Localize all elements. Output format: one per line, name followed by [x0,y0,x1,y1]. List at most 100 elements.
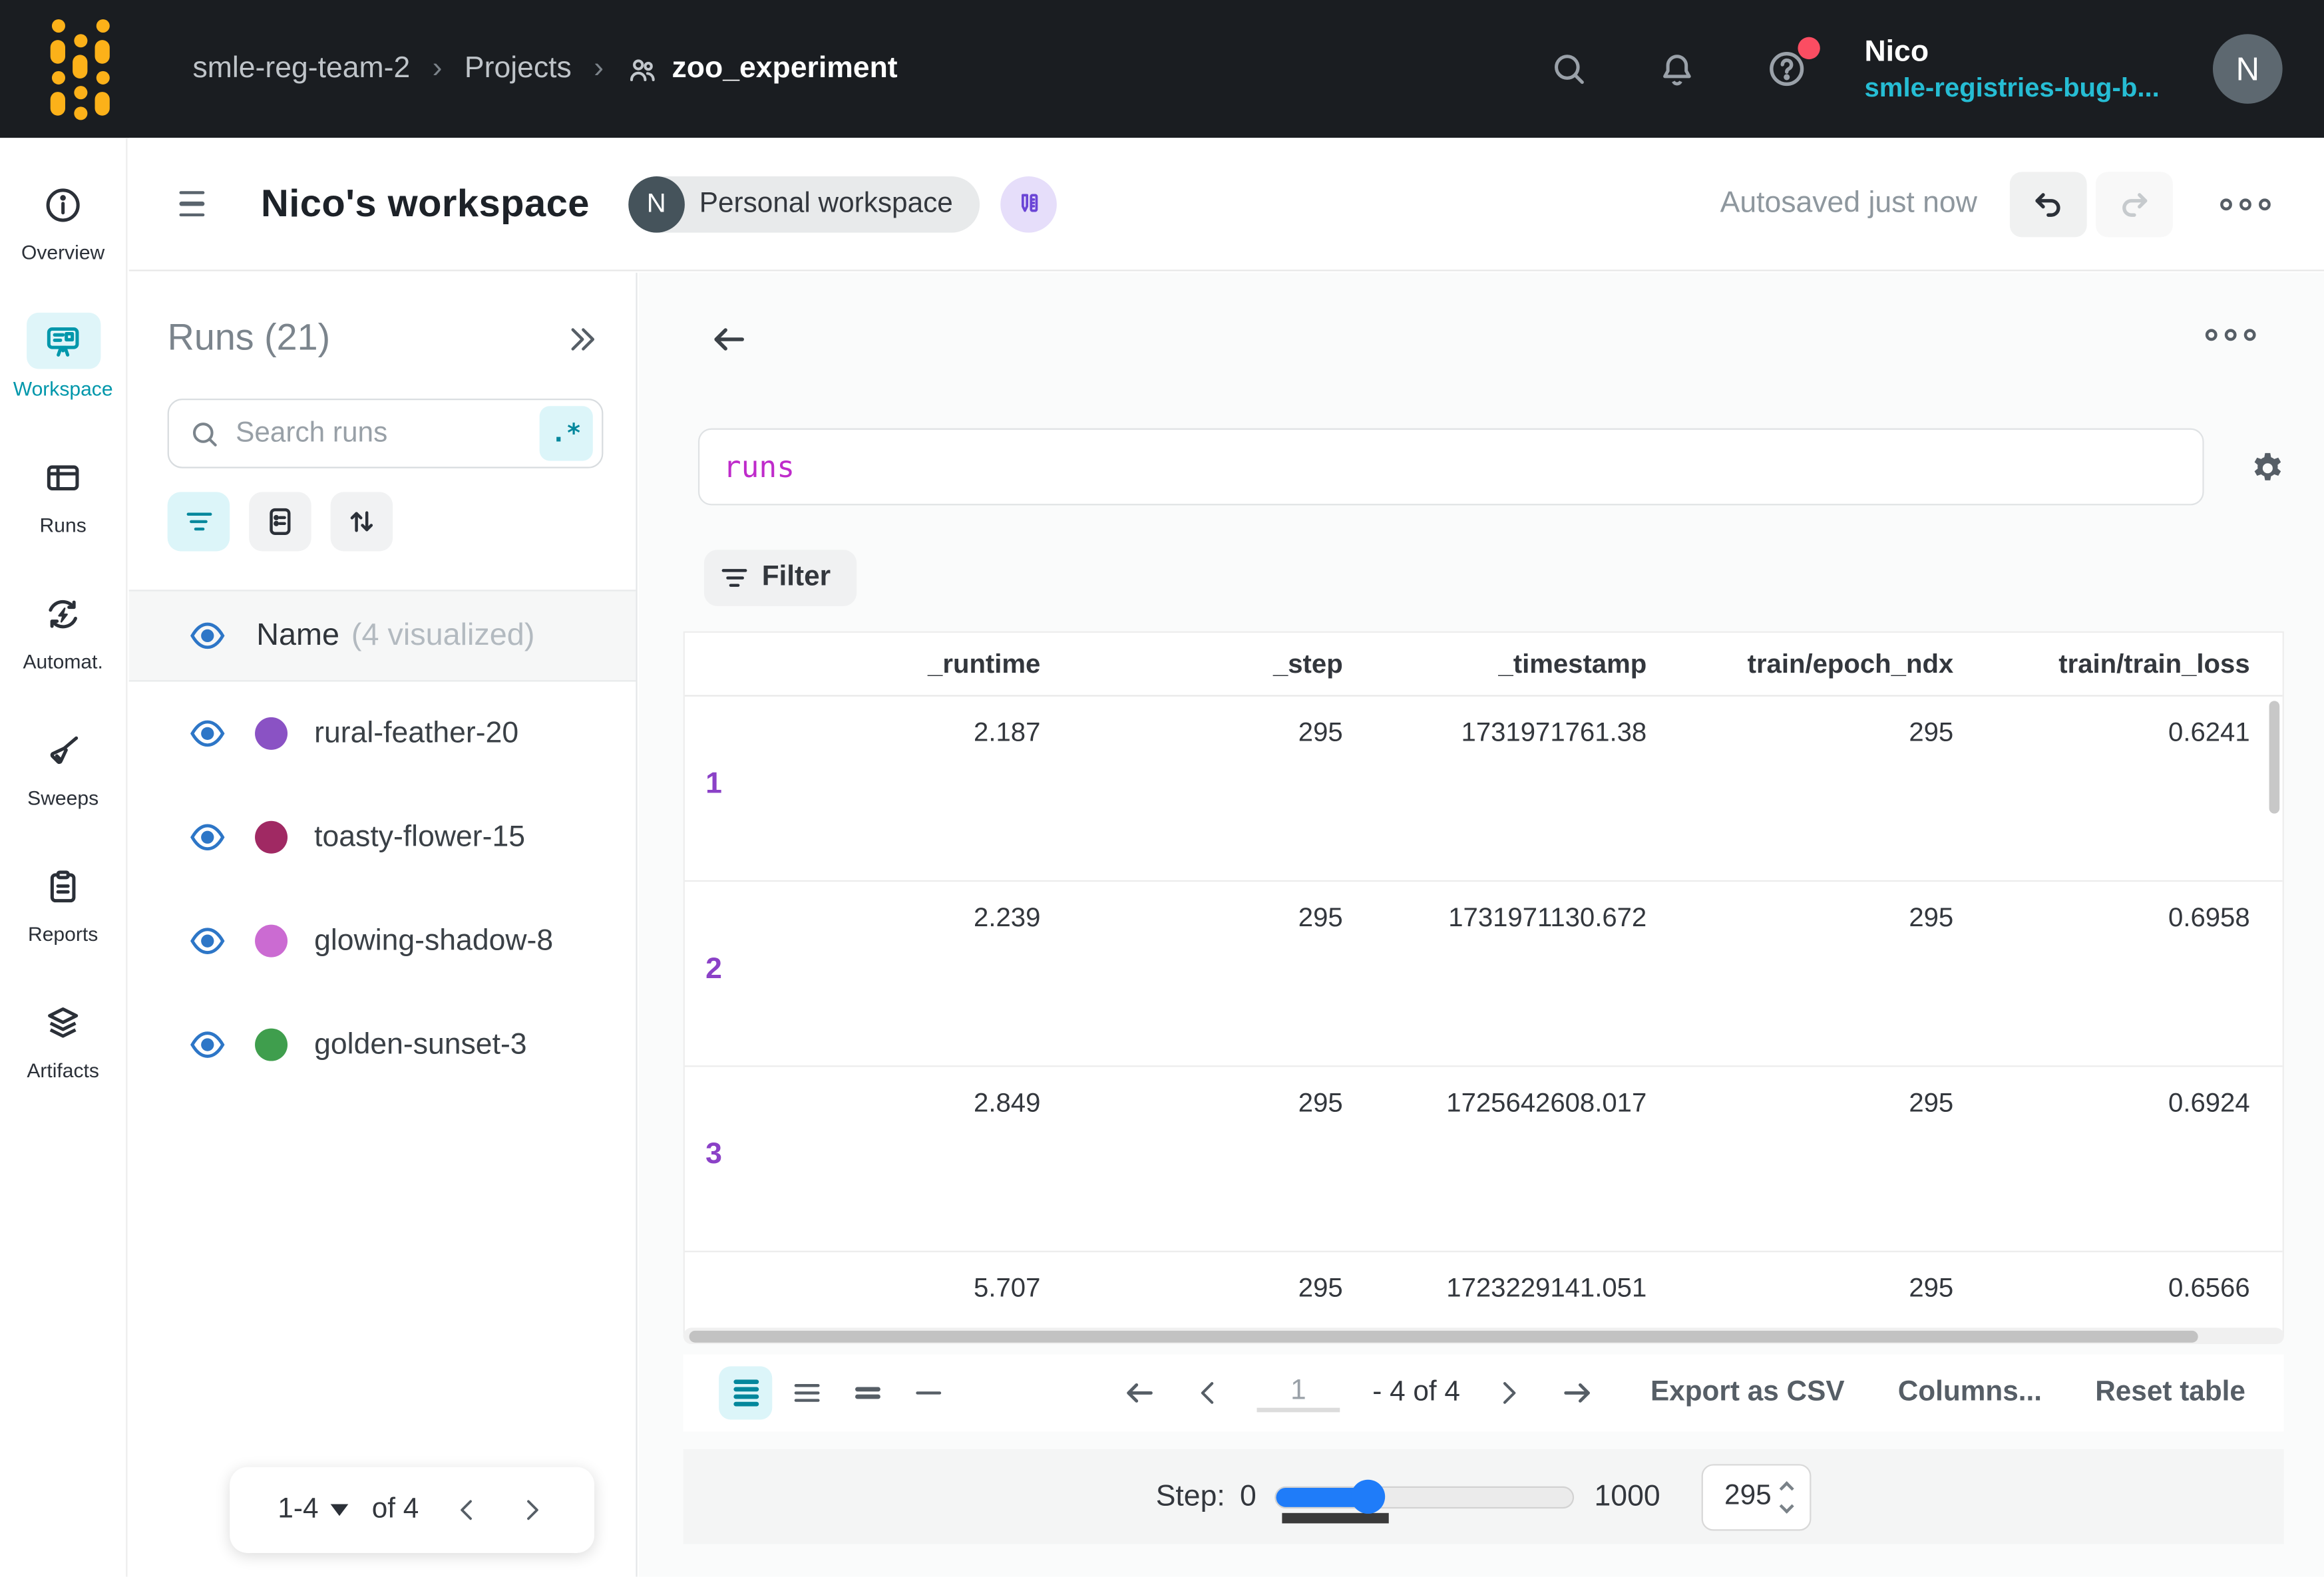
row-height-tall-button[interactable] [719,1366,772,1419]
automations-icon [26,586,100,642]
row-height-toggle-group [719,1366,954,1419]
increment-icon[interactable] [1780,1481,1794,1495]
page-size-dropdown[interactable]: 1-4 [278,1494,348,1526]
visibility-eye-icon[interactable] [188,922,227,960]
sidebar-item-automations[interactable]: Automat. [23,586,102,673]
personal-workspace-badge[interactable]: N Personal workspace [628,176,980,232]
run-list-item[interactable]: glowing-shadow-8 [129,889,636,993]
run-details-view-button[interactable] [249,492,311,551]
column-header[interactable]: train/train_loss [1969,648,2265,679]
panels-tools-icon[interactable] [1000,176,1057,232]
step-max-label: 1000 [1595,1480,1660,1514]
table-row[interactable]: 2.187 295 1731971761.38 295 0.6241 1 [685,697,2283,882]
table-cell: 2.849 [720,1088,1055,1119]
page-title: Nico's workspace [261,181,590,227]
row-index-link[interactable]: 1 [705,768,722,802]
sidebar-item-runs[interactable]: Runs [26,449,100,536]
row-index-link[interactable]: 2 [705,953,722,987]
notification-badge [1798,37,1820,59]
slider-handle[interactable] [1350,1480,1384,1514]
row-height-short-button[interactable] [841,1366,894,1419]
step-slider[interactable] [1274,1486,1573,1508]
regex-toggle-button[interactable]: .* [540,406,593,460]
run-name[interactable]: toasty-flower-15 [314,820,525,854]
column-header[interactable]: _runtime [720,648,1055,679]
help-icon[interactable] [1765,47,1808,90]
visibility-eye-icon[interactable] [188,818,227,856]
menu-hamburger-icon[interactable] [179,191,204,217]
row-height-medium-button[interactable] [779,1366,833,1419]
sidebar-item-reports[interactable]: Reports [26,858,100,945]
table-row[interactable]: 5.707 295 1723229141.051 295 0.6566 [685,1252,2283,1337]
prev-page-icon[interactable] [451,1495,481,1525]
decrement-icon[interactable] [1780,1498,1794,1513]
table-cell: 295 [1662,717,1969,749]
column-header[interactable]: _step [1056,648,1358,679]
panel-overflow-menu-icon[interactable] [2206,329,2256,341]
columns-button[interactable]: Columns... [1898,1377,2042,1409]
scrollbar-thumb[interactable] [689,1330,2198,1342]
breadcrumb-team[interactable]: smle-reg-team-2 [193,52,411,86]
row-index-link[interactable]: 3 [705,1138,722,1172]
table-row[interactable]: 2.849 295 1725642608.017 295 0.6924 3 [685,1067,2283,1252]
search-icon[interactable] [1549,49,1589,88]
filter-runs-button[interactable] [168,492,230,551]
table-pagination: - 4 of 4 [1121,1373,1597,1412]
sidebar-item-workspace[interactable]: Workspace [13,313,113,400]
filter-button[interactable]: Filter [704,550,857,606]
reset-table-button[interactable]: Reset table [2095,1377,2245,1409]
next-page-icon[interactable] [516,1495,546,1525]
collapse-panel-icon[interactable] [565,321,600,356]
column-header[interactable]: _timestamp [1358,648,1662,679]
back-arrow-icon[interactable] [707,317,751,362]
run-name[interactable]: golden-sunset-3 [314,1027,526,1061]
redo-button[interactable] [2096,171,2173,236]
visibility-eye-icon[interactable] [188,714,227,753]
sidebar-label: Workspace [13,378,113,400]
vertical-scrollbar[interactable] [2269,701,2280,813]
sort-runs-button[interactable] [331,492,393,551]
step-slider-bar: Step: 0 1000 [683,1449,2284,1544]
table-cell: 1725642608.017 [1358,1088,1662,1119]
search-icon [188,417,221,450]
workspace-overflow-menu-icon[interactable] [2220,198,2271,210]
user-org: smle-registries-bug-b... [1865,71,2160,104]
step-value-input[interactable] [1703,1481,1771,1513]
notifications-bell-icon[interactable] [1657,49,1697,88]
table-cell: 2.187 [720,717,1055,749]
table-row[interactable]: 2.239 295 1731971130.672 295 0.6958 2 [685,882,2283,1067]
table-footer-bar: - 4 of 4 Export as CSV Columns... Reset … [683,1355,2284,1432]
horizontal-scrollbar[interactable] [683,1327,2284,1343]
wandb-logo-icon[interactable] [51,19,110,119]
undo-button[interactable] [2010,171,2087,236]
visibility-eye-icon[interactable] [188,616,227,655]
search-runs-input[interactable] [236,417,540,450]
run-list-item[interactable]: toasty-flower-15 [129,785,636,889]
sidebar-label: Automat. [23,651,102,673]
sidebar-item-sweeps[interactable]: Sweeps [26,722,100,809]
run-list-item[interactable]: golden-sunset-3 [129,993,636,1097]
visibility-eye-icon[interactable] [188,1025,227,1064]
info-icon [26,176,100,233]
column-header[interactable]: train/epoch_ndx [1662,648,1969,679]
run-list-item[interactable]: rural-feather-20 [129,681,636,785]
export-csv-button[interactable]: Export as CSV [1650,1377,1845,1409]
run-name[interactable]: glowing-shadow-8 [314,924,553,958]
row-height-single-button[interactable] [901,1366,954,1419]
breadcrumb-projects[interactable]: Projects [465,52,572,86]
breadcrumb-project[interactable]: zoo_experiment [672,52,898,86]
query-input[interactable] [723,449,2179,484]
last-page-icon[interactable] [1558,1373,1597,1412]
settings-gear-icon[interactable] [2247,448,2288,489]
sidebar-item-overview[interactable]: Overview [21,176,104,263]
sidebar-item-artifacts[interactable]: Artifacts [26,994,100,1081]
prev-page-icon[interactable] [1192,1377,1225,1409]
run-list-name-header[interactable]: Name [256,618,339,653]
first-page-icon[interactable] [1121,1373,1159,1412]
run-name[interactable]: rural-feather-20 [314,717,518,751]
page-number-input[interactable] [1257,1375,1340,1407]
next-page-icon[interactable] [1493,1377,1525,1409]
user-menu[interactable]: Nico smle-registries-bug-b... [1865,34,2160,104]
avatar[interactable]: N [2213,34,2283,104]
breadcrumb: smle-reg-team-2 › Projects › zoo_experim… [193,52,898,86]
